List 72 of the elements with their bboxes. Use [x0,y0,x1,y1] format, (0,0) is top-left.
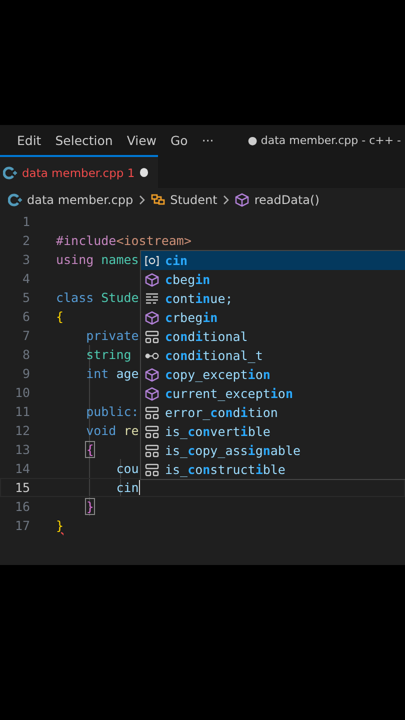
line-number: 5 [21,290,30,305]
editor-tab[interactable]: data member.cpp 1 [0,155,158,188]
code-line: class Stude [56,290,139,305]
window-title: ● data member.cpp - c++ - [248,134,402,146]
code-line: #include<iostream> [56,233,192,248]
menu-item[interactable]: Edit [17,132,42,148]
code-line: cin [115,480,140,495]
text-cursor [138,480,140,495]
line-number: 9 [21,366,30,381]
code-line: } [85,499,94,514]
line-number: 16 [14,499,30,514]
struct-icon [145,424,159,438]
suggestion-item[interactable]: is_constructible [141,460,405,479]
struct-icon [145,406,159,420]
line-number: 1 [21,214,30,229]
line-number: 2 [21,233,30,248]
code-line: cou [115,461,139,476]
suggestion-item[interactable]: cbegin [141,270,405,289]
suggestion-item[interactable]: is_copy_assignable [141,441,405,460]
suggestion-item[interactable]: conditional [141,327,405,346]
suggestion-item[interactable]: conditional_t [141,346,405,365]
breadcrumb-item[interactable]: readData() [254,193,320,207]
code-line: void re [85,423,139,438]
cube-icon [145,386,159,400]
cube-icon [145,368,159,382]
suggestion-item[interactable]: is_convertible [141,422,405,441]
suggestion-item[interactable]: current_exception [141,384,405,403]
cpp-file-icon [8,193,22,207]
code-line: { [56,309,64,324]
suggestion-item[interactable]: error_condition [141,403,405,422]
code-line: private [85,328,139,343]
code-line: string [85,347,132,362]
line-number: 7 [21,328,30,343]
cube-icon [145,310,159,324]
suggestion-item[interactable]: crbegin [141,308,405,327]
line-number: 13 [14,442,30,457]
code-line: { [85,442,94,457]
line-number: 8 [21,347,30,362]
cube-icon [145,272,159,286]
menu-item[interactable]: ··· [202,132,214,148]
line-number: 11 [14,404,30,419]
keyword-icon [145,292,159,306]
variable-icon [145,254,159,268]
line-number: 6 [21,309,30,324]
breadcrumb-item[interactable]: data member.cpp [27,193,134,207]
tab-label: data member.cpp 1 [22,166,135,180]
line-number: 3 [21,252,30,267]
line-number: 12 [14,423,30,438]
class-icon [151,193,166,207]
line-number: 15 [14,480,30,495]
breadcrumb-item[interactable]: Student [170,193,218,207]
chevron-icon [222,195,230,205]
menu-item[interactable]: Go [170,132,188,148]
line-number: 17 [14,518,30,533]
line-number: 4 [21,271,30,286]
menu-item[interactable]: Selection [55,132,113,148]
method-icon [235,193,250,207]
line-number: 10 [14,385,30,400]
struct-icon [145,444,159,458]
code-line: int age [85,366,139,381]
code-line: using names [56,252,139,267]
line-number: 14 [14,461,30,476]
suggestion-item[interactable]: continue; [141,289,405,308]
chevron-icon [138,195,146,205]
struct-icon [145,462,159,476]
suggestion-item[interactable]: cin [141,251,405,270]
code-line: } [56,518,64,533]
suggestion-item[interactable]: copy_exception [141,365,405,384]
menu-item[interactable]: View [126,132,156,148]
code-line: public: [85,404,139,419]
struct-icon [145,330,159,344]
cpp-file-icon [3,166,17,180]
